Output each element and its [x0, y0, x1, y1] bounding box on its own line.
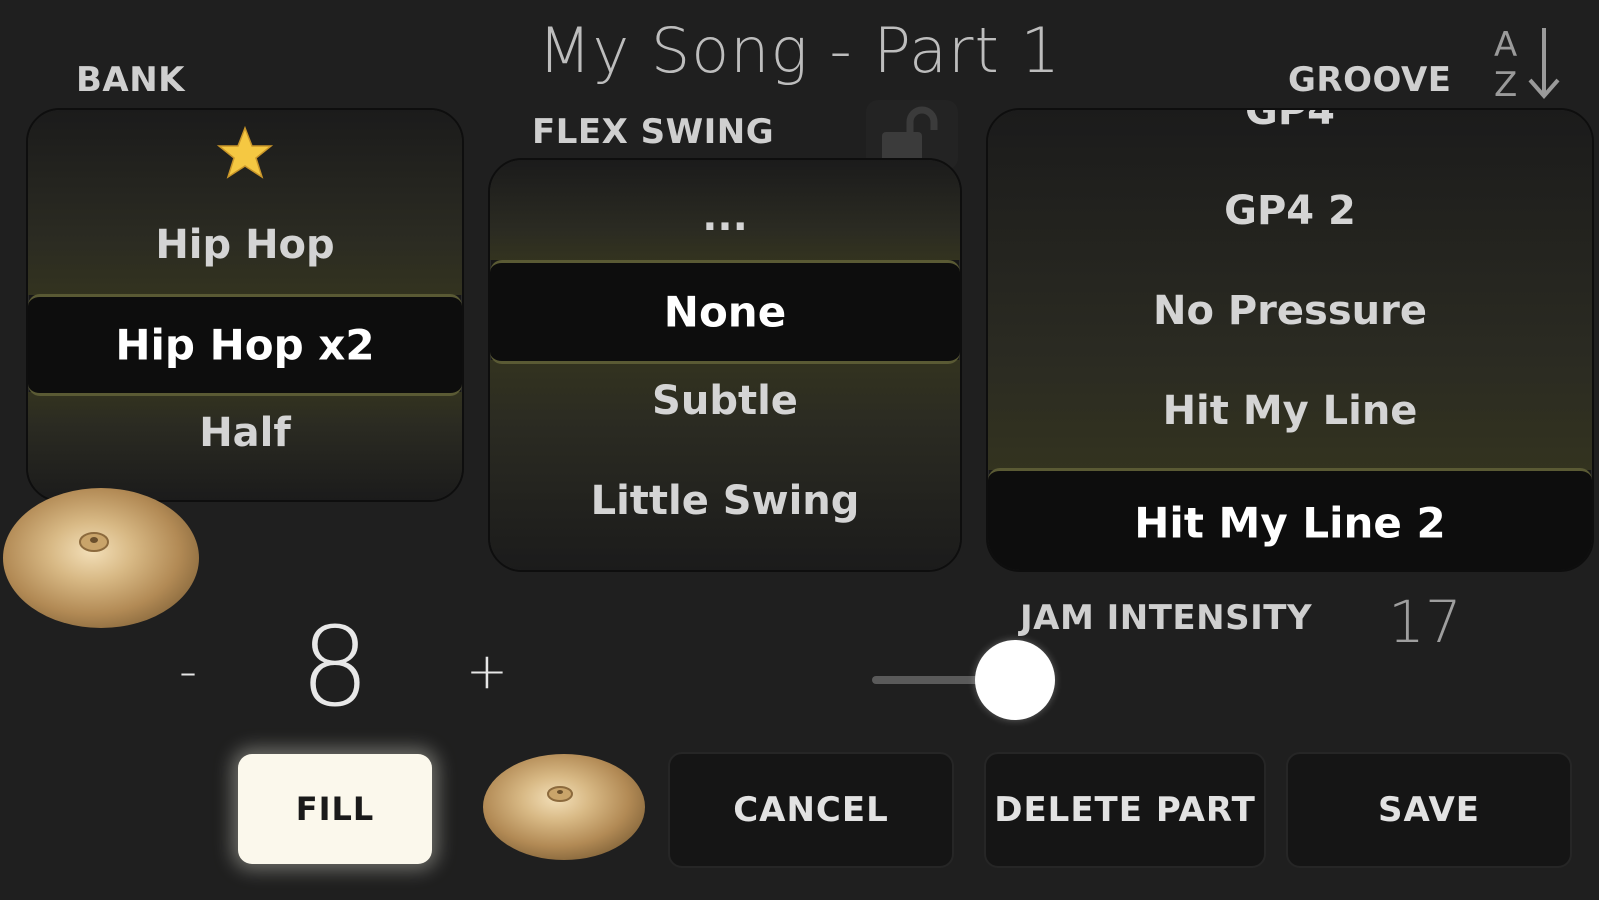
bank-picker[interactable]: Hip Hop Hip Hop x2 Half	[26, 108, 464, 502]
bank-item[interactable]: Half	[28, 410, 462, 456]
flex-swing-selected-label: None	[663, 287, 787, 337]
flex-swing-item[interactable]: ...	[490, 194, 960, 240]
count-value: 8	[300, 603, 370, 731]
groove-item[interactable]: Hit My Line	[988, 388, 1592, 434]
flex-swing-item-selected[interactable]: None	[490, 260, 960, 364]
groove-label: GROOVE	[1288, 60, 1452, 100]
delete-part-button[interactable]: DELETE PART	[984, 752, 1266, 868]
fill-button[interactable]: FILL	[238, 754, 432, 864]
svg-text:Z: Z	[1494, 65, 1517, 102]
save-button[interactable]: SAVE	[1286, 752, 1572, 868]
jam-intensity-label: JAM INTENSITY	[1020, 598, 1313, 638]
groove-item[interactable]: No Pressure	[988, 288, 1592, 334]
svg-text:A: A	[1494, 25, 1517, 65]
flex-swing-picker[interactable]: ... None Subtle Little Swing	[488, 158, 962, 572]
cancel-button[interactable]: CANCEL	[668, 752, 954, 868]
cymbal-icon	[3, 488, 199, 628]
flex-swing-item[interactable]: Subtle	[490, 378, 960, 424]
crash-cymbal-button[interactable]	[2, 486, 200, 630]
jam-intensity-value: 17	[1388, 588, 1462, 656]
increment-button[interactable]: +	[462, 642, 512, 700]
flex-swing-label: FLEX SWING	[532, 112, 775, 152]
groove-picker[interactable]: GP4 GP4 2 No Pressure Hit My Line Hit My…	[986, 108, 1594, 572]
groove-selected-label: Hit My Line 2	[1134, 498, 1446, 548]
bank-item[interactable]: Hip Hop	[28, 222, 462, 268]
star-icon	[216, 125, 274, 179]
jam-intensity-knob[interactable]	[975, 640, 1055, 720]
flex-swing-item[interactable]: Little Swing	[490, 478, 960, 524]
cymbal-icon	[483, 754, 645, 860]
groove-item-selected[interactable]: Hit My Line 2	[988, 468, 1592, 570]
bank-item-selected[interactable]: Hip Hop x2	[28, 294, 462, 396]
bank-selected-label: Hip Hop x2	[115, 320, 375, 370]
decrement-button[interactable]: -	[168, 642, 208, 700]
cymbal-button[interactable]	[482, 752, 646, 862]
bank-label: BANK	[76, 60, 186, 100]
sort-az-icon[interactable]: A Z	[1492, 22, 1564, 105]
groove-item[interactable]: GP4	[988, 110, 1592, 134]
favorites-star[interactable]	[28, 124, 462, 184]
groove-item[interactable]: GP4 2	[988, 188, 1592, 234]
